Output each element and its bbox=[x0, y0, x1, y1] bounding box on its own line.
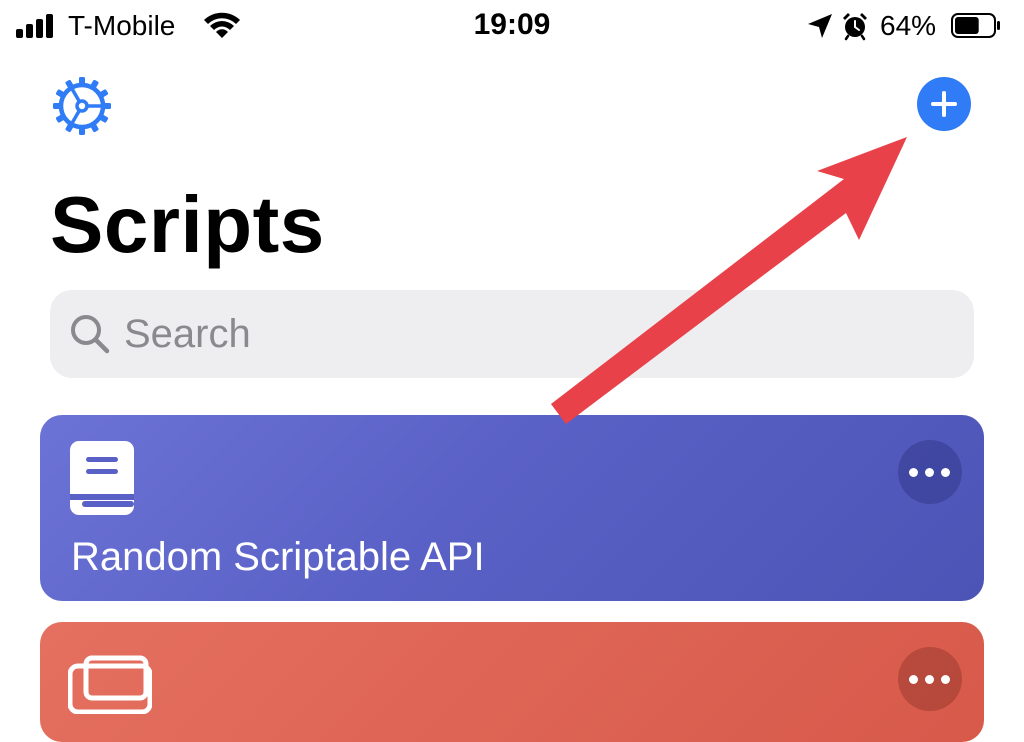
script-card-random-scriptable-api[interactable]: Random Scriptable API bbox=[40, 415, 984, 601]
clock-time: 19:09 bbox=[473, 8, 551, 41]
gear-icon bbox=[53, 77, 111, 135]
battery-icon bbox=[951, 13, 1000, 38]
script-more-button[interactable] bbox=[898, 440, 962, 504]
status-bar: T-Mobile 19:09 64% bbox=[0, 0, 1024, 54]
book-icon bbox=[70, 441, 134, 515]
search-bar[interactable] bbox=[50, 290, 974, 378]
add-script-button[interactable] bbox=[917, 77, 971, 131]
search-icon bbox=[71, 315, 110, 354]
location-arrow-icon bbox=[808, 14, 832, 38]
script-card[interactable] bbox=[40, 622, 984, 742]
settings-button[interactable] bbox=[50, 74, 114, 138]
page-title: Scripts bbox=[50, 180, 325, 269]
alarm-clock-icon bbox=[843, 13, 867, 41]
plus-icon bbox=[931, 91, 957, 117]
battery-percentage: 64% bbox=[880, 10, 937, 41]
script-name: Random Scriptable API bbox=[71, 535, 485, 579]
search-input[interactable] bbox=[120, 290, 954, 378]
newspaper-icon bbox=[68, 655, 152, 714]
script-more-button[interactable] bbox=[898, 647, 962, 711]
